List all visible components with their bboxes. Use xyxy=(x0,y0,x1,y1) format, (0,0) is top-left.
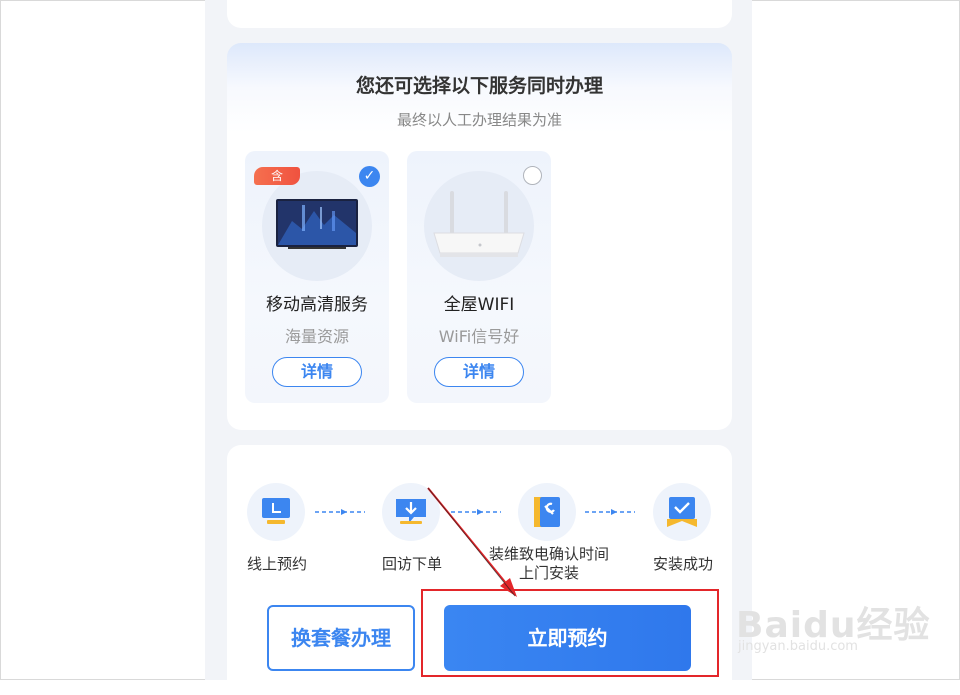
check-ribbon-icon xyxy=(653,483,711,541)
step-arrow-icon xyxy=(315,509,365,515)
selected-check-icon[interactable]: ✓ xyxy=(359,166,380,187)
step-label: 回访下单 xyxy=(381,555,442,573)
option-name: 全屋WIFI xyxy=(443,295,515,315)
step-label: 安装成功 xyxy=(652,555,713,573)
router-image xyxy=(424,171,534,281)
unselected-radio[interactable] xyxy=(523,166,542,185)
watermark-url: jingyan.baidu.com xyxy=(738,639,858,654)
service-option-hd[interactable]: 含 ✓ 移动高清服务 海量资源 详情 xyxy=(245,151,389,403)
services-title: 您还可选择以下服务同时办理 xyxy=(355,75,603,97)
option-desc: WiFi信号好 xyxy=(438,327,520,346)
services-subtitle: 最终以人工办理结果为准 xyxy=(396,111,562,129)
step-label: 装维致电确认时间 上门安装 xyxy=(488,545,609,582)
service-option-wifi[interactable]: 全屋WIFI WiFi信号好 详情 xyxy=(407,151,551,403)
highlight-box xyxy=(421,589,719,677)
switch-plan-button[interactable]: 换套餐办理 xyxy=(267,605,415,671)
included-badge: 含 xyxy=(254,167,300,185)
app-screen: 您还可选择以下服务同时办理 最终以人工办理结果为准 含 ✓ 移动高清服务 海量资… xyxy=(205,0,752,695)
additional-services-card: 您还可选择以下服务同时办理 最终以人工办理结果为准 含 ✓ 移动高清服务 海量资… xyxy=(227,43,732,430)
option-name: 移动高清服务 xyxy=(266,295,368,315)
details-button[interactable]: 详情 xyxy=(272,357,362,387)
details-button[interactable]: 详情 xyxy=(434,357,524,387)
step-arrow-icon xyxy=(451,509,501,515)
step-label: 线上预约 xyxy=(246,555,307,573)
previous-card xyxy=(227,0,732,28)
option-desc: 海量资源 xyxy=(284,327,349,346)
step-arrow-icon xyxy=(585,509,635,515)
wrench-doc-icon xyxy=(518,483,576,541)
download-message-icon xyxy=(382,483,440,541)
tv-image xyxy=(262,171,372,281)
monitor-icon xyxy=(247,483,305,541)
